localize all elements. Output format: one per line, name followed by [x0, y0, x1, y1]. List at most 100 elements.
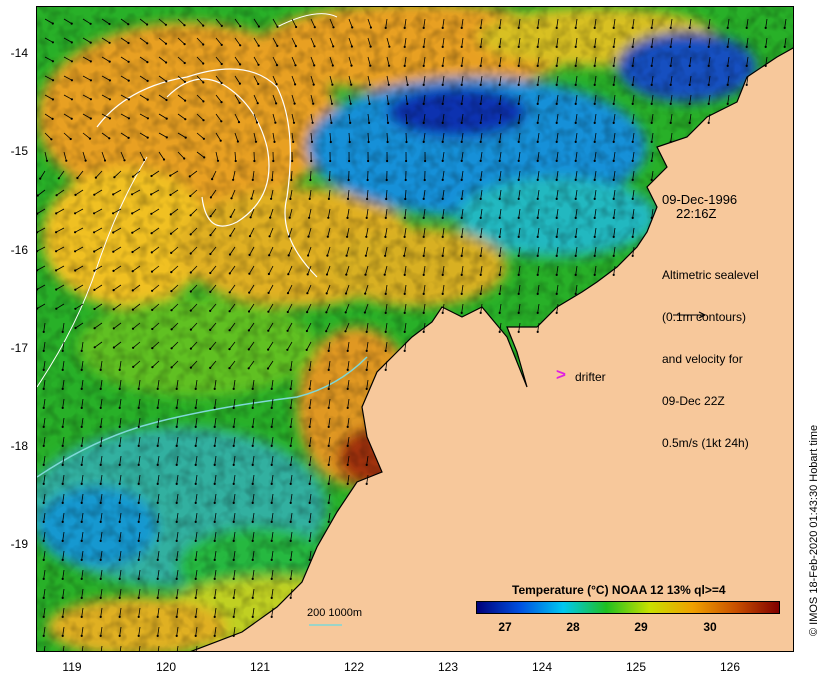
velocity-arrow-head: [346, 235, 349, 238]
velocity-arrow-head: [325, 330, 328, 333]
velocity-arrow-head: [536, 140, 539, 143]
velocity-arrow-head: [405, 121, 408, 125]
velocity-arrow-head: [123, 159, 126, 162]
velocity-arrow-head: [112, 193, 115, 196]
velocity-arrow-head: [460, 254, 463, 257]
velocity-arrow-head: [184, 118, 187, 121]
velocity-arrow-head: [631, 102, 634, 105]
velocity-arrow-head: [194, 444, 197, 447]
velocity-arrow-head: [388, 64, 391, 67]
velocity-arrow-head: [308, 539, 311, 543]
velocity-arrow-head: [108, 22, 111, 26]
velocity-arrow-head: [726, 102, 729, 105]
velocity-arrow-head: [422, 216, 425, 219]
velocity-arrow-head: [156, 558, 159, 562]
velocity-arrow-head: [309, 178, 312, 182]
velocity-arrow-head: [460, 102, 463, 105]
velocity-arrow-head: [479, 311, 482, 314]
velocity-arrow-head: [631, 121, 634, 124]
velocity-arrow-head: [593, 64, 596, 67]
velocity-arrow-head: [213, 539, 216, 543]
velocity-arrow-head: [517, 140, 520, 143]
velocity-arrow-head: [386, 140, 389, 144]
velocity-arrow-head: [268, 254, 271, 257]
velocity-arrow-head: [669, 83, 672, 86]
velocity-arrow-head: [327, 501, 330, 504]
velocity-arrow-head: [228, 253, 232, 256]
velocity-arrow-head: [255, 121, 259, 124]
velocity-arrow-head: [423, 178, 426, 182]
velocity-arrow-head: [574, 83, 577, 86]
velocity-arrow-head: [202, 119, 205, 122]
velocity-arrow-head: [517, 26, 520, 29]
velocity-arrow-head: [517, 273, 520, 276]
velocity-arrow-head: [403, 26, 406, 29]
velocity-arrow-head: [650, 178, 653, 181]
velocity-arrow-head: [237, 121, 241, 124]
velocity-arrow-head: [384, 26, 387, 29]
velocity-arrow-head: [99, 425, 102, 428]
velocity-arrow-head: [55, 212, 58, 215]
velocity-arrow-head: [51, 117, 54, 120]
velocity-arrow-head: [479, 83, 482, 86]
velocity-arrow-head: [325, 273, 329, 276]
colorbar: [476, 601, 780, 614]
velocity-arrow-head: [384, 216, 387, 219]
velocity-arrow-head: [184, 136, 187, 139]
velocity-arrow-head: [55, 231, 58, 234]
velocity-arrow-head: [61, 539, 64, 543]
velocity-arrow-head: [305, 329, 308, 333]
velocity-arrow-head: [593, 178, 596, 181]
velocity-arrow-head: [574, 159, 577, 162]
velocity-arrow-head: [593, 197, 596, 200]
velocity-arrow-head: [631, 83, 634, 86]
velocity-arrow-head: [351, 26, 354, 29]
velocity-arrow-head: [112, 250, 115, 253]
velocity-arrow-head: [42, 501, 45, 504]
velocity-arrow-head: [441, 64, 444, 67]
velocity-arrow-head: [151, 289, 154, 292]
velocity-arrow-head: [239, 25, 242, 28]
velocity-arrow-head: [536, 45, 539, 49]
velocity-arrow-head: [70, 22, 73, 25]
velocity-arrow-head: [74, 288, 77, 291]
altimetry-legend-line: 09-Dec 22Z: [662, 394, 725, 408]
velocity-arrow-head: [346, 482, 349, 485]
velocity-arrow-head: [80, 634, 83, 638]
velocity-arrow-head: [331, 64, 334, 67]
velocity-arrow-head: [61, 387, 64, 390]
velocity-arrow-head: [385, 197, 388, 201]
velocity-arrow-head: [137, 501, 140, 504]
velocity-arrow-head: [669, 140, 672, 143]
velocity-arrow-head: [189, 290, 192, 293]
velocity-arrow-head: [146, 117, 149, 120]
velocity-arrow-head: [118, 425, 121, 428]
velocity-arrow-head: [146, 61, 149, 64]
velocity-arrow-head: [267, 310, 270, 313]
velocity-arrow-head: [156, 596, 159, 600]
velocity-arrow-head: [383, 273, 386, 276]
velocity-arrow-head: [479, 273, 482, 276]
velocity-arrow-head: [441, 102, 444, 105]
velocity-arrow-head: [251, 406, 254, 409]
velocity-arrow-head: [194, 425, 197, 428]
velocity-arrow-head: [631, 197, 634, 200]
velocity-arrow-head: [118, 368, 121, 371]
velocity-arrow-head: [118, 520, 121, 524]
velocity-arrow-head: [460, 292, 463, 295]
velocity-arrow-head: [268, 235, 271, 238]
velocity-arrow-head: [498, 26, 501, 29]
lon-label: 120: [155, 660, 177, 674]
velocity-arrow: [329, 170, 331, 181]
velocity-arrow-head: [406, 102, 409, 105]
velocity-arrow-head: [650, 102, 653, 105]
velocity-arrow-head: [270, 577, 273, 581]
velocity-arrow-head: [131, 193, 134, 196]
velocity-arrow-head: [593, 235, 596, 238]
velocity-arrow-head: [517, 159, 520, 162]
velocity-arrow-head: [80, 520, 83, 524]
velocity-arrow-head: [156, 482, 159, 485]
velocity-arrow-head: [764, 26, 767, 29]
velocity-arrow-head: [441, 311, 444, 314]
velocity-arrow-head: [232, 178, 235, 181]
